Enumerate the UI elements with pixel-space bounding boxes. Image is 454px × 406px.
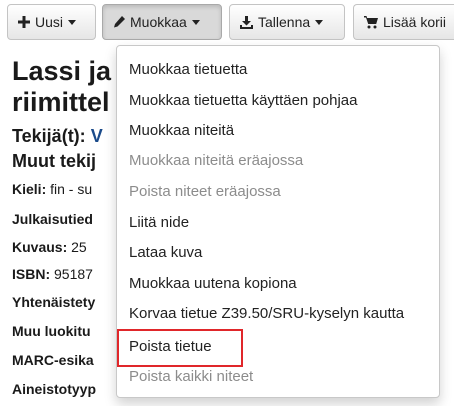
- menu-item-edit-record-with-template[interactable]: Muokkaa tietuetta käyttäen pohjaa: [129, 92, 358, 109]
- save-button-label: Tallenna: [258, 14, 311, 30]
- edit-button[interactable]: Muokkaa: [102, 4, 222, 40]
- field-description: Kuvaus: 25: [12, 239, 87, 255]
- plus-icon: [18, 16, 30, 28]
- new-button-label: Uusi: [35, 14, 64, 30]
- menu-item-batch-edit-items: Muokkaa niteitä eräajossa: [129, 152, 304, 169]
- field-uniform-title: Yhtenäistety: [12, 294, 96, 310]
- record-title: Lassi ja riimittel: [12, 56, 112, 118]
- author-line: Tekijä(t): V: [12, 126, 103, 147]
- field-marc-prefix: MARC-esika: [12, 352, 94, 368]
- field-isbn: ISBN: 95187: [12, 266, 93, 282]
- menu-item-edit-items[interactable]: Muokkaa niteitä: [129, 122, 234, 139]
- field-material-type: Aineistotyyp: [12, 381, 97, 397]
- menu-item-delete-all-items: Poista kaikki niteet: [129, 368, 254, 385]
- edit-button-label: Muokkaa: [130, 14, 187, 30]
- field-publication: Julkaisutied: [12, 211, 93, 227]
- edit-dropdown-menu: Muokkaa tietuetta Muokkaa tietuetta käyt…: [116, 45, 440, 398]
- author-link[interactable]: V: [91, 126, 103, 146]
- author-label: Tekijä(t):: [12, 126, 86, 146]
- caret-down-icon: [68, 19, 77, 25]
- other-authors-heading: Muut tekij: [12, 151, 96, 171]
- menu-item-batch-delete-items: Poista niteet eräajossa: [129, 183, 281, 200]
- download-icon: [240, 15, 253, 29]
- pencil-icon: [113, 16, 125, 28]
- add-to-cart-label: Lisää korii: [383, 14, 447, 30]
- save-button[interactable]: Tallenna: [229, 4, 345, 40]
- cart-icon: [364, 15, 378, 29]
- caret-down-icon: [191, 19, 200, 25]
- menu-item-edit-record[interactable]: Muokkaa tietuetta: [129, 61, 247, 78]
- new-button[interactable]: Uusi: [7, 4, 96, 40]
- menu-item-attach-item[interactable]: Liitä nide: [129, 214, 189, 231]
- field-language: Kieli: fin - su: [12, 181, 93, 197]
- menu-item-delete-record[interactable]: Poista tietue: [129, 338, 212, 355]
- menu-item-upload-image[interactable]: Lataa kuva: [129, 244, 202, 261]
- add-to-cart-button[interactable]: Lisää korii: [353, 4, 454, 40]
- record-title-line1: Lassi ja: [12, 56, 112, 86]
- record-title-line2: riimittel: [12, 87, 110, 117]
- caret-down-icon: [315, 19, 324, 25]
- menu-item-edit-as-new[interactable]: Muokkaa uutena kopiona: [129, 275, 297, 292]
- field-other-classification: Muu luokitu: [12, 323, 91, 339]
- menu-item-replace-z3950[interactable]: Korvaa tietue Z39.50/SRU-kyselyn kautta: [129, 305, 404, 322]
